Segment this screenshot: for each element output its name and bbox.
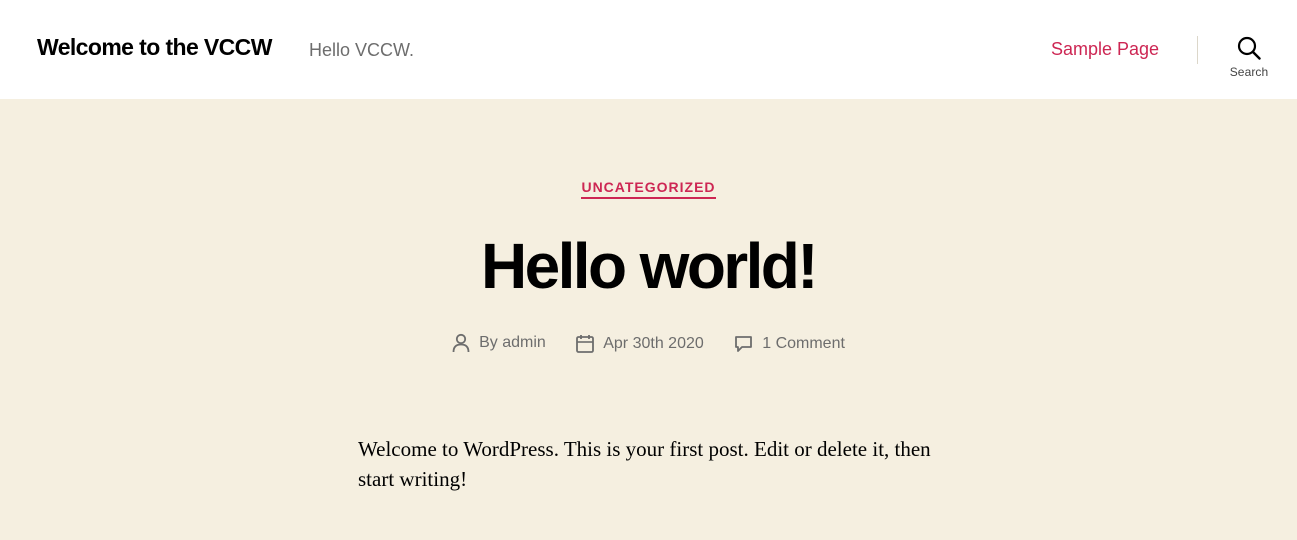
calendar-icon [576, 335, 595, 353]
post-author-link[interactable]: By admin [479, 334, 546, 352]
post-comments-link[interactable]: 1 Comment [762, 335, 845, 353]
site-header: Welcome to the VCCW Hello VCCW. Sample P… [0, 0, 1297, 99]
menu-item-sample-page[interactable]: Sample Page [1051, 39, 1159, 60]
comment-icon [735, 336, 753, 352]
site-description: Hello VCCW. [309, 40, 415, 60]
site-title-link[interactable]: Welcome to the VCCW [37, 34, 272, 61]
post-date-link[interactable]: Apr 30th 2020 [603, 335, 704, 353]
post-comments: 1 Comment [734, 332, 845, 356]
search-toggle-button[interactable]: Search [1218, 36, 1280, 86]
post-content: Welcome to WordPress. This is your first… [358, 437, 931, 491]
category-link[interactable]: UNCATEGORIZED [581, 179, 716, 199]
entry-categories: UNCATEGORIZED [0, 179, 1297, 199]
post-title: Hello world! [480, 230, 819, 302]
user-icon [452, 333, 470, 353]
post-date: Apr 30th 2020 [576, 332, 704, 356]
post-meta: By admin Apr 30th 2020 1 Comment [0, 331, 1297, 358]
header-divider [1197, 36, 1198, 64]
post-author: By admin [452, 331, 546, 355]
search-icon [1237, 36, 1261, 60]
search-label: Search [1229, 65, 1269, 79]
